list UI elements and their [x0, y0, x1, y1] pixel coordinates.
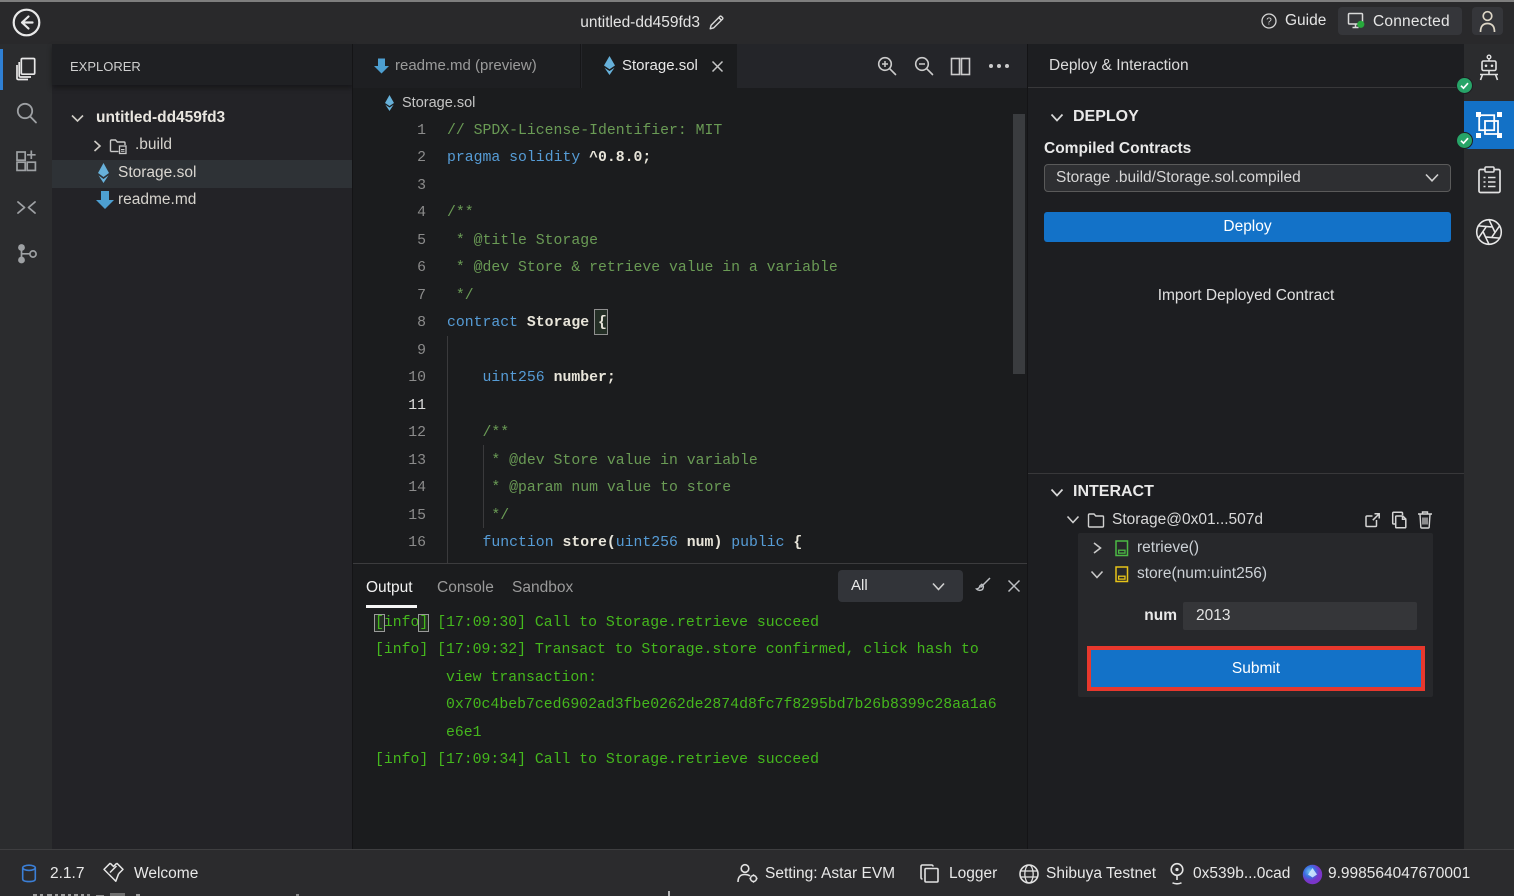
- svg-text:?: ?: [1266, 17, 1272, 28]
